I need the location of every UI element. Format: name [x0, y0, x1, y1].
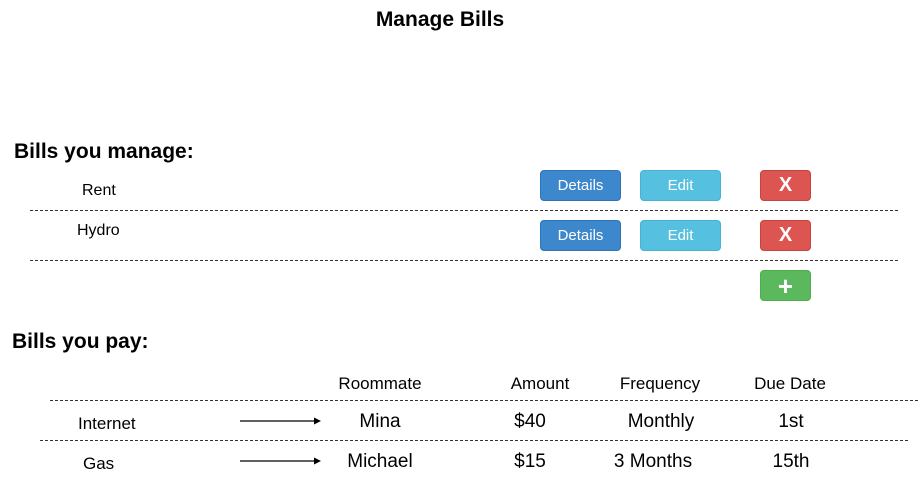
details-button[interactable]: Details [540, 220, 621, 251]
amount-cell: $40 [514, 411, 546, 432]
edit-button[interactable]: Edit [640, 220, 721, 251]
row-divider [50, 400, 918, 401]
roommate-cell: Michael [347, 451, 413, 472]
managed-bill-name: Rent [82, 182, 116, 199]
row-divider [30, 210, 898, 211]
arrow-icon [240, 417, 321, 425]
delete-button[interactable]: X [760, 220, 811, 251]
paid-bill-name: Gas [83, 454, 115, 473]
add-bill-button[interactable]: + [760, 270, 811, 301]
column-header-roommate: Roommate [338, 374, 422, 393]
due-date-cell: 15th [772, 451, 810, 472]
frequency-cell: Monthly [627, 411, 695, 432]
amount-cell: $15 [514, 451, 546, 472]
managed-bill-name: Hydro [77, 222, 120, 239]
delete-button[interactable]: X [760, 170, 811, 201]
column-header-amount: Amount [510, 374, 570, 393]
page-title: Manage Bills [375, 8, 505, 31]
arrow-icon [240, 457, 321, 465]
manage-section-heading: Bills you manage: [14, 140, 194, 163]
pay-section-heading: Bills you pay: [12, 330, 149, 353]
edit-button[interactable]: Edit [640, 170, 721, 201]
column-header-due-date: Due Date [754, 374, 826, 393]
roommate-cell: Mina [359, 411, 401, 432]
paid-bill-name: Internet [78, 414, 136, 433]
row-divider [40, 440, 908, 441]
column-header-frequency: Frequency [619, 374, 701, 393]
due-date-cell: 1st [778, 411, 804, 432]
details-button[interactable]: Details [540, 170, 621, 201]
row-divider [30, 260, 898, 261]
frequency-cell: 3 Months [613, 451, 693, 472]
